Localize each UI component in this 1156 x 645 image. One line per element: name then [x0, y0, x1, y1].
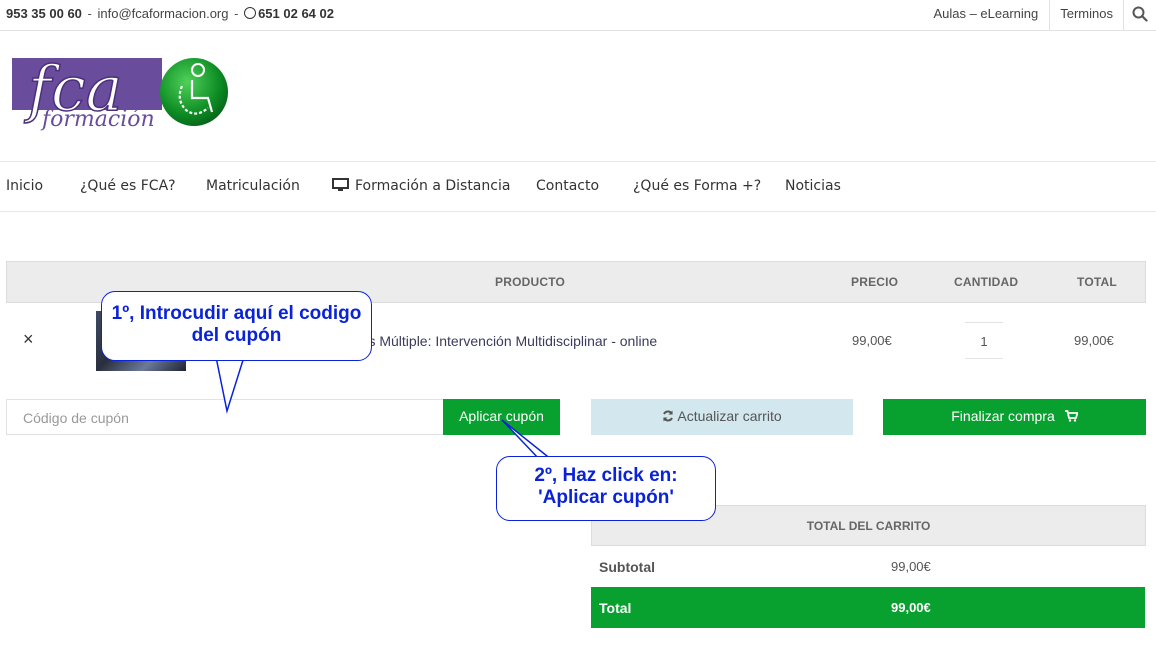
- total-value: 99,00€: [891, 600, 931, 615]
- item-line-total: 99,00€: [1074, 333, 1114, 348]
- subtotal-label: Subtotal: [599, 559, 655, 575]
- checkout-button[interactable]: Finalizar compra: [883, 399, 1146, 435]
- quantity-input[interactable]: 1: [965, 322, 1003, 359]
- update-cart-label: Actualizar carrito: [677, 408, 782, 424]
- callout-2-line-2: 'Aplicar cupón': [538, 487, 674, 508]
- top-links: Aulas – eLearning Terminos: [923, 0, 1156, 30]
- nav-formacion-distancia[interactable]: Formación a Distancia: [332, 178, 510, 194]
- checkout-label: Finalizar compra: [951, 408, 1055, 424]
- nav-que-es-forma-mas[interactable]: ¿Qué es Forma +?: [633, 178, 761, 194]
- subtotal-row: Subtotal 99,00€: [591, 546, 1146, 587]
- callout-1-line-2: del cupón: [191, 325, 282, 346]
- search-button[interactable]: [1123, 0, 1156, 30]
- svg-text:formación: formación: [40, 107, 155, 132]
- coupon-code-input[interactable]: Código de cupón: [6, 399, 444, 435]
- link-aulas-elearning[interactable]: Aulas – eLearning: [923, 0, 1049, 30]
- nav-formacion-distancia-label: Formación a Distancia: [355, 178, 511, 194]
- total-row: Total 99,00€: [591, 587, 1145, 628]
- header-price: PRECIO: [851, 275, 899, 289]
- main-nav: Inicio ¿Qué es FCA? Matriculación Formac…: [0, 161, 1156, 212]
- whatsapp-number[interactable]: 651 02 64 02: [258, 6, 334, 21]
- callout-enter-coupon: 1º, Introcudir aquí el codigo del cupón: [101, 291, 372, 361]
- nav-inicio[interactable]: Inicio: [6, 178, 43, 194]
- link-terminos[interactable]: Terminos: [1049, 0, 1123, 30]
- total-label: Total: [599, 600, 632, 616]
- nav-noticias[interactable]: Noticias: [785, 178, 841, 194]
- apply-coupon-button[interactable]: Aplicar cupón: [443, 399, 560, 435]
- monitor-icon: [332, 178, 349, 191]
- contact-info: 953 35 00 60 - info@fcaformacion.org - 6…: [6, 6, 334, 21]
- nav-matriculacion[interactable]: Matriculación: [206, 178, 300, 194]
- cart-icon: [1064, 410, 1078, 422]
- phone-number[interactable]: 953 35 00 60: [6, 6, 82, 21]
- callout-2-line-1: 2º, Haz click en:: [534, 465, 678, 486]
- header-product: PRODUCTO: [495, 275, 566, 289]
- header-total: TOTAL: [1077, 275, 1117, 289]
- nav-que-es-fca[interactable]: ¿Qué es FCA?: [80, 178, 176, 194]
- search-icon: [1132, 6, 1148, 22]
- refresh-icon: [663, 410, 674, 422]
- nav-contacto[interactable]: Contacto: [536, 178, 599, 194]
- header-quantity: CANTIDAD: [954, 275, 1019, 289]
- callout-1-line-1: 1º, Introcudir aquí el codigo: [111, 303, 362, 324]
- remove-item-button[interactable]: ×: [23, 329, 34, 349]
- fca-formacion-logo[interactable]: fca formación: [12, 51, 230, 140]
- item-price: 99,00€: [852, 333, 892, 348]
- whatsapp-icon: [244, 7, 257, 19]
- cart-totals-title: TOTAL DEL CARRITO: [806, 519, 931, 533]
- top-bar: 953 35 00 60 - info@fcaformacion.org - 6…: [0, 0, 1156, 31]
- product-name-link[interactable]: clerosis Múltiple: Intervención Multidis…: [328, 333, 657, 349]
- subtotal-value: 99,00€: [891, 559, 931, 574]
- callout-click-apply: 2º, Haz click en: 'Aplicar cupón': [496, 456, 716, 521]
- email-link[interactable]: info@fcaformacion.org: [98, 6, 229, 21]
- update-cart-button[interactable]: Actualizar carrito: [591, 399, 853, 435]
